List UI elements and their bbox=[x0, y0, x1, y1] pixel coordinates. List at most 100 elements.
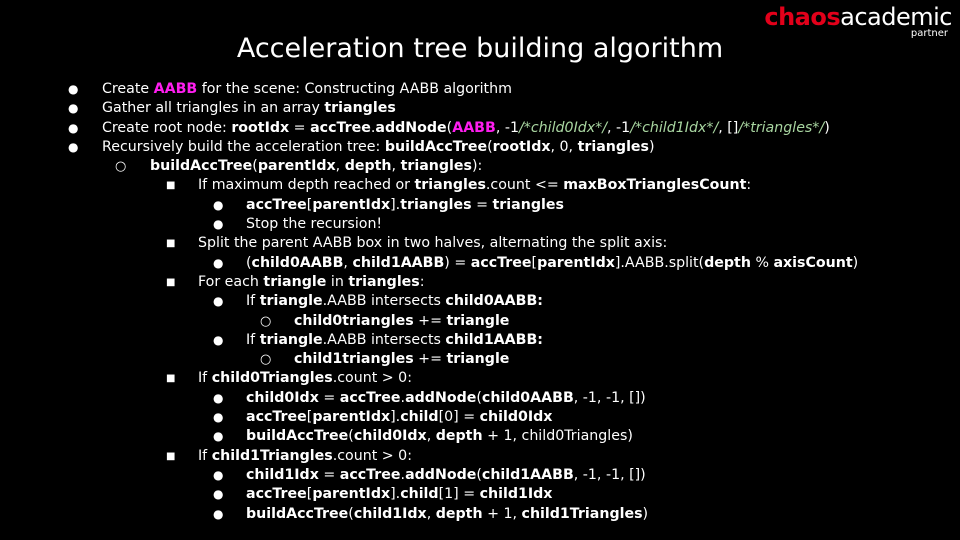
text-run: child1AABB bbox=[481, 466, 574, 483]
bullet-marker: ● bbox=[213, 255, 224, 270]
text-run: Create bbox=[102, 81, 154, 97]
text-run: Gather all triangles in an array bbox=[102, 100, 325, 117]
text-run: .count > 0: bbox=[332, 370, 412, 387]
text-run: triangles bbox=[492, 196, 564, 213]
bullet-text: accTree[parentIdx].triangles = triangles bbox=[246, 196, 564, 215]
text-run: For each bbox=[198, 273, 264, 290]
text-run: depth bbox=[435, 428, 483, 445]
text-run: triangle bbox=[259, 293, 323, 310]
text-run: /*triangles*/ bbox=[738, 119, 825, 136]
text-run: = bbox=[471, 196, 493, 213]
text-run: accTree bbox=[339, 389, 401, 406]
text-run: = bbox=[289, 119, 311, 136]
bullet-marker: ■ bbox=[166, 373, 176, 385]
text-run: child0AABB bbox=[251, 254, 344, 271]
bullet-text: If child0Triangles.count > 0: bbox=[198, 369, 412, 388]
text-run: ) bbox=[824, 119, 830, 136]
text-run: child0Triangles bbox=[211, 370, 333, 387]
text-run: for the scene: Constructing AABB algorit… bbox=[197, 81, 512, 97]
text-run: rootIdx bbox=[492, 138, 551, 155]
text-run: , -1, -1, []) bbox=[573, 389, 646, 406]
text-run: child1Triangles bbox=[211, 447, 333, 464]
bullet-line: ■ Split the parent AABB box in two halves… bbox=[0, 234, 960, 253]
text-run: buildAccTree bbox=[246, 505, 349, 522]
bullet-marker: ■ bbox=[166, 276, 176, 288]
bullet-text: Stop the recursion! bbox=[246, 215, 382, 234]
bullet-text: If maximum depth reached or triangles.co… bbox=[198, 176, 751, 195]
bullet-text: child0triangles += triangle bbox=[294, 312, 509, 331]
text-run: parentIdx bbox=[312, 409, 391, 426]
text-run: .AABB intersects bbox=[322, 331, 446, 348]
text-run: rootIdx bbox=[231, 119, 290, 136]
bullet-marker: ○ bbox=[260, 313, 272, 329]
bullet-marker: ● bbox=[213, 197, 224, 212]
text-run: If bbox=[198, 447, 212, 464]
text-run: child0Idx bbox=[479, 409, 553, 426]
text-run: + 1, bbox=[482, 505, 522, 522]
text-run: , bbox=[391, 158, 401, 175]
text-run: , bbox=[335, 158, 345, 175]
text-run: , -1 bbox=[495, 119, 519, 136]
text-run: buildAccTree bbox=[246, 428, 349, 445]
text-run: accTree bbox=[246, 196, 307, 213]
bullet-text: buildAccTree(child1Idx, depth + 1, child… bbox=[246, 505, 648, 524]
text-run: ) bbox=[649, 138, 655, 155]
bullet-line: ○ buildAccTree(parentIdx, depth, triangle… bbox=[0, 157, 960, 176]
text-run: child1AABB: bbox=[445, 331, 543, 348]
text-run: If bbox=[198, 370, 212, 387]
text-run: child1Triangles bbox=[521, 505, 643, 522]
text-run: , [] bbox=[718, 119, 739, 136]
bullet-line: ● Gather all triangles in an array triang… bbox=[0, 99, 960, 118]
bullet-text: For each triangle in triangles: bbox=[198, 273, 425, 292]
bullet-text: If child1Triangles.count > 0: bbox=[198, 447, 412, 466]
text-run: triangle bbox=[259, 331, 323, 348]
bullet-line: ● accTree[parentIdx].child[0] = child0Idx bbox=[0, 408, 960, 427]
text-run: child0Idx bbox=[353, 428, 427, 445]
bullet-line: ● Create AABB for the scene: Constructing… bbox=[0, 80, 960, 99]
text-run: child1Idx bbox=[353, 505, 427, 522]
text-run: triangles bbox=[324, 100, 396, 117]
text-run: child0AABB: bbox=[445, 293, 543, 310]
bullet-text: child0Idx = accTree.addNode(child0AABB, … bbox=[246, 389, 646, 408]
bullet-marker: ● bbox=[213, 294, 224, 309]
bullet-text: Recursively build the acceleration tree:… bbox=[102, 138, 655, 157]
bullet-text: Create root node: rootIdx = accTree.addN… bbox=[102, 119, 830, 138]
text-run: , bbox=[426, 428, 436, 445]
bullet-marker: ● bbox=[213, 390, 224, 405]
text-run: triangle bbox=[263, 273, 327, 290]
bullet-text: accTree[parentIdx].child[1] = child1Idx bbox=[246, 485, 552, 504]
text-run: , -1 bbox=[607, 119, 631, 136]
bullet-line: ■ If maximum depth reached or triangles.c… bbox=[0, 176, 960, 195]
text-run: triangle bbox=[446, 312, 510, 329]
text-run: ]. bbox=[390, 409, 401, 426]
text-run: child1triangles bbox=[294, 351, 414, 368]
text-run: If maximum depth reached or bbox=[198, 177, 415, 194]
bullet-marker: ● bbox=[213, 467, 224, 482]
bullet-text: If triangle.AABB intersects child1AABB: bbox=[246, 331, 543, 350]
bullet-line: ● buildAccTree(child0Idx, depth + 1, chil… bbox=[0, 427, 960, 446]
text-run: triangles bbox=[348, 273, 420, 290]
text-run: depth bbox=[704, 254, 751, 271]
text-run: AABB bbox=[452, 119, 496, 136]
bullet-line: ○ child1triangles += triangle bbox=[0, 350, 960, 369]
text-run: AABB bbox=[153, 81, 198, 97]
text-run: child1Idx bbox=[246, 466, 319, 483]
text-run: = bbox=[318, 466, 340, 483]
text-run: /*child0Idx*/ bbox=[518, 119, 608, 136]
text-run: , bbox=[426, 505, 436, 522]
bullet-line: ● accTree[parentIdx].child[1] = child1Idx bbox=[0, 485, 960, 504]
text-run: triangles bbox=[400, 158, 472, 175]
text-run: child0Idx bbox=[246, 389, 319, 406]
text-run: triangles bbox=[577, 138, 649, 155]
text-run: depth bbox=[435, 505, 483, 522]
text-run: buildAccTree bbox=[150, 158, 253, 175]
bullet-marker: ● bbox=[213, 487, 224, 502]
bullet-marker: ● bbox=[213, 410, 224, 425]
bullet-marker: ○ bbox=[260, 352, 272, 368]
bullet-marker: ● bbox=[213, 217, 224, 232]
text-run: child0AABB bbox=[481, 389, 574, 406]
text-run: child0triangles bbox=[294, 312, 414, 329]
bullet-line: ○ child0triangles += triangle bbox=[0, 312, 960, 331]
text-run: ].AABB.split( bbox=[614, 254, 705, 271]
text-run: accTree bbox=[246, 486, 307, 503]
